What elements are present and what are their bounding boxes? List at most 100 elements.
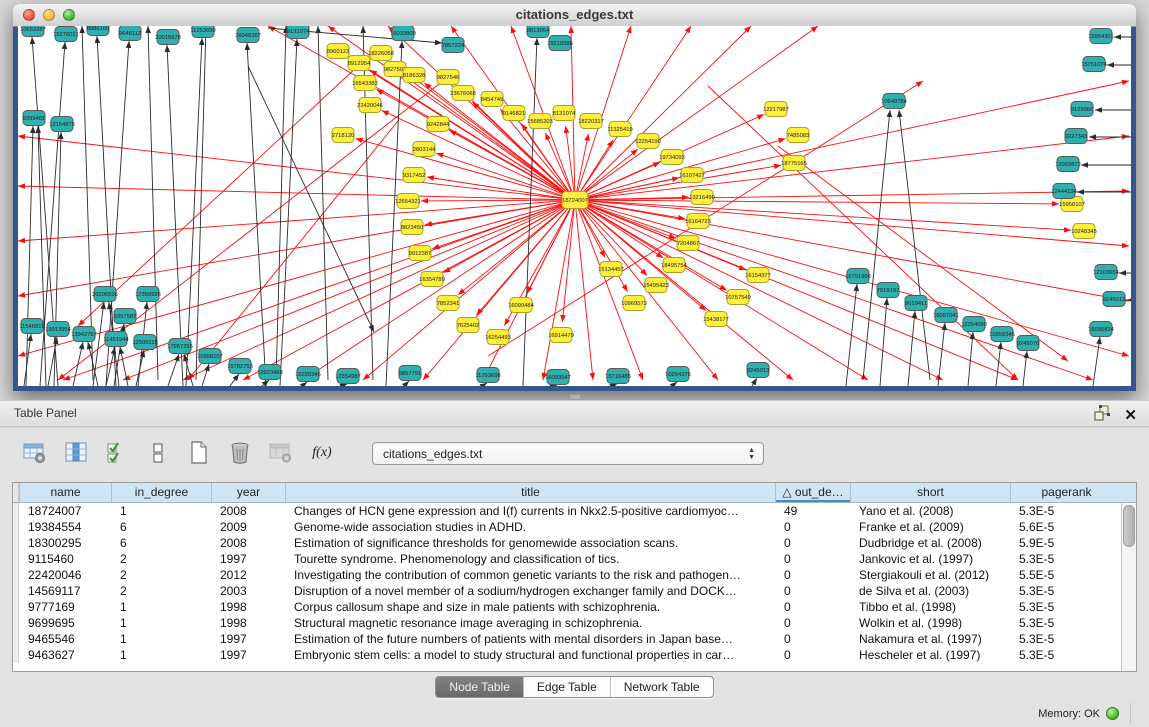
graph-node[interactable]: 15134457: [598, 262, 624, 277]
graph-node[interactable]: 13913954: [45, 322, 72, 337]
graph-node[interactable]: 9317452: [403, 168, 426, 183]
column-header-out_de[interactable]: △ out_de…: [775, 483, 850, 502]
graph-node[interactable]: 9146821: [503, 106, 526, 121]
graph-node[interactable]: 7852341: [437, 296, 460, 311]
graph-node[interactable]: 9131074: [287, 26, 310, 39]
column-visibility-icon[interactable]: [63, 440, 89, 466]
graph-node[interactable]: 2803144: [413, 142, 436, 157]
float-panel-icon[interactable]: [1093, 405, 1110, 426]
graph-node[interactable]: 18226058: [368, 46, 394, 61]
graph-node[interactable]: 9227343: [1065, 129, 1088, 144]
graph-node[interactable]: 10958345: [989, 327, 1015, 342]
rows-icon[interactable]: [145, 440, 171, 466]
graph-node[interactable]: 7625402: [457, 318, 480, 333]
graph-node[interactable]: 11546819: [19, 319, 44, 334]
graph-node[interactable]: 10757549: [725, 290, 751, 305]
graph-node[interactable]: 16033809: [390, 26, 416, 41]
graph-node[interactable]: 17957255: [167, 339, 193, 354]
graph-node[interactable]: 18724007: [562, 192, 588, 209]
graph-node[interactable]: 8186328: [403, 68, 426, 83]
graph-node[interactable]: 9646112: [119, 26, 141, 41]
graph-node[interactable]: 9245012: [1103, 292, 1126, 307]
graph-node[interactable]: 16164723: [685, 214, 711, 229]
graph-node[interactable]: 9245013: [747, 363, 770, 378]
window-title-bar[interactable]: citations_edges.txt: [13, 4, 1136, 27]
graph-node[interactable]: 7857224: [442, 38, 465, 53]
graph-node[interactable]: 8454749: [481, 92, 504, 107]
column-header-year[interactable]: year: [211, 483, 285, 502]
graph-node[interactable]: 10653287: [20, 26, 46, 37]
table-row[interactable]: 2242004622012Investigating the contribut…: [13, 567, 1136, 583]
graph-node[interactable]: 12505115: [132, 335, 157, 350]
function-builder-icon[interactable]: f(x): [309, 440, 335, 466]
column-header-short[interactable]: short: [850, 483, 1010, 502]
graph-node[interactable]: 8813054: [527, 26, 550, 38]
graph-node[interactable]: 12354987: [335, 369, 361, 384]
graph-node[interactable]: 10648784: [881, 94, 908, 109]
graph-node[interactable]: 8960123: [327, 44, 350, 59]
graph-node[interactable]: 15685203: [527, 114, 553, 129]
table-row[interactable]: 1872400712008Changes of HCN gene express…: [13, 503, 1136, 519]
network-canvas[interactable]: 1872400718226058891295489601239827503165…: [18, 26, 1131, 386]
graph-node[interactable]: 8912954: [348, 56, 371, 71]
new-table-icon[interactable]: [186, 440, 212, 466]
graph-node[interactable]: 19218586: [547, 36, 573, 51]
graph-node[interactable]: 15438177: [703, 312, 729, 327]
table-row[interactable]: 946554611997Estimation of the future num…: [13, 631, 1136, 647]
graph-node[interactable]: 12923468: [257, 365, 283, 380]
graph-node[interactable]: 9912387: [409, 246, 432, 261]
graph-node[interactable]: 8823450: [401, 220, 424, 235]
graph-node[interactable]: 16107427: [679, 168, 705, 183]
graph-node[interactable]: 12444134: [1051, 184, 1078, 199]
graph-node[interactable]: 9827546: [437, 70, 460, 85]
column-header-name[interactable]: name: [19, 483, 111, 502]
graph-node[interactable]: 15954301: [1088, 29, 1114, 44]
table-row[interactable]: 1938455462009Genome-wide association stu…: [13, 519, 1136, 535]
graph-node[interactable]: 16914479: [548, 328, 574, 343]
graph-node[interactable]: 13942757: [71, 327, 97, 342]
graph-node[interactable]: 16093547: [545, 370, 571, 385]
graph-node[interactable]: 9399481: [23, 111, 46, 126]
graph-node[interactable]: 12154876: [49, 117, 75, 132]
graph-node[interactable]: 16097041: [933, 308, 959, 323]
graph-node[interactable]: 10254376: [665, 367, 691, 382]
graph-node[interactable]: 16354789: [419, 272, 445, 287]
table-row[interactable]: 977716911998Corpus callosum shape and si…: [13, 599, 1136, 615]
graph-node[interactable]: 16095834: [1088, 322, 1115, 337]
graph-node[interactable]: 18220317: [578, 114, 604, 129]
graph-node[interactable]: 7919197: [877, 283, 900, 298]
graph-node[interactable]: 19734093: [659, 150, 685, 165]
graph-node[interactable]: 16543382: [352, 76, 378, 91]
table-row[interactable]: 969969511998Structural magnetic resonanc…: [13, 615, 1136, 631]
table-row[interactable]: 1830029562008Estimation of significance …: [13, 535, 1136, 551]
table-options-icon[interactable]: [22, 440, 48, 466]
graph-node[interactable]: 23676068: [450, 86, 476, 101]
graph-node[interactable]: 12254190: [635, 134, 661, 149]
graph-node[interactable]: 22420046: [357, 98, 383, 113]
column-header-in_degree[interactable]: in_degree: [111, 483, 211, 502]
memory-status-indicator[interactable]: [1106, 707, 1119, 720]
graph-node[interactable]: 18495754: [661, 258, 688, 273]
graph-node[interactable]: 13216490: [689, 190, 715, 205]
graph-node[interactable]: 7485083: [787, 128, 810, 143]
scrollbar-thumb[interactable]: [1123, 505, 1135, 547]
graph-node[interactable]: 10958107: [197, 349, 223, 364]
graph-node[interactable]: 15276021: [53, 27, 79, 42]
graph-node[interactable]: 11253698: [475, 368, 500, 383]
select-attributes-icon[interactable]: [104, 440, 130, 466]
graph-node[interactable]: 12217987: [763, 102, 789, 117]
graph-node[interactable]: 9245076: [1017, 336, 1040, 351]
graph-node[interactable]: 10220346: [295, 367, 321, 382]
graph-node[interactable]: 10969573: [621, 296, 647, 311]
graph-node[interactable]: 16782753: [227, 359, 253, 374]
tab-edge-table[interactable]: Edge Table: [523, 677, 610, 697]
graph-node[interactable]: 12093872: [1055, 157, 1081, 172]
graph-node[interactable]: 10248345: [1071, 224, 1097, 239]
graph-node[interactable]: 15495423: [643, 278, 669, 293]
zoom-window-button[interactable]: [63, 9, 75, 21]
close-panel-icon[interactable]: ✕: [1124, 408, 1137, 424]
table-row[interactable]: 911546021997Tourette syndrome. Phenomeno…: [13, 551, 1136, 567]
graph-node[interactable]: 2718120: [332, 128, 355, 143]
graph-node[interactable]: 15716485: [605, 369, 631, 384]
graph-node[interactable]: 20015678: [155, 30, 181, 45]
